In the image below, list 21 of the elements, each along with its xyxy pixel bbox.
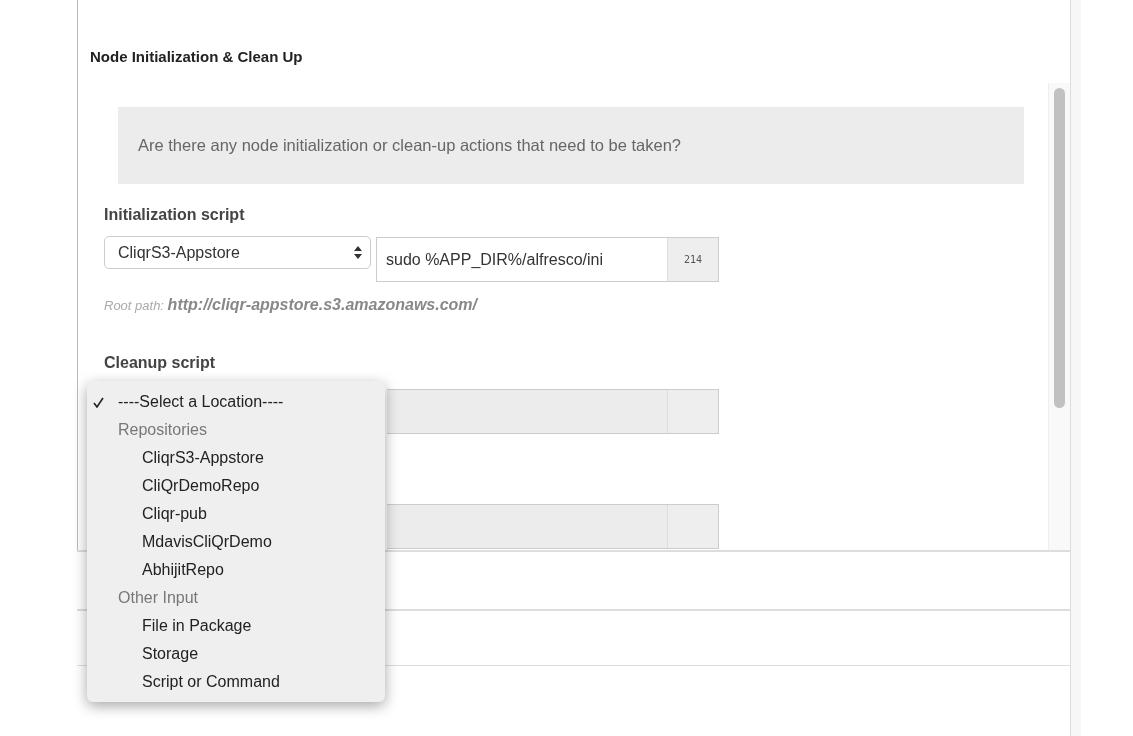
option-group-label: Repositories [118, 421, 207, 439]
up-down-arrows-icon [354, 246, 362, 259]
repository-select[interactable]: CliqrS3-Appstore [104, 236, 371, 269]
field-label: Cleanup script [104, 354, 216, 372]
menu-item[interactable]: CliqrS3-Appstore [142, 449, 264, 467]
scrollbar[interactable] [1048, 83, 1070, 550]
field-label: Initialization script [104, 206, 245, 224]
script-input-field[interactable]: sudo %APP_DIR%/alfresco/ini 214 [376, 237, 719, 282]
menu-item[interactable]: File in Package [142, 617, 252, 635]
question-text: Are there any node initialization or clean-up actions that need to be taken? [138, 136, 682, 155]
menu-item[interactable]: Storage [142, 645, 199, 663]
menu-item[interactable]: Cliqr-pub [142, 505, 207, 523]
menu-item[interactable]: ----Select a Location---- [118, 393, 284, 411]
character-counter: 214 [667, 238, 718, 281]
menu-item[interactable]: AbhijitRepo [142, 561, 224, 579]
menu-item[interactable]: CliQrDemoRepo [142, 477, 260, 495]
root-path-text: Root path: http://cliqr-appstore.s3.amazonaws.com/ [104, 296, 477, 314]
section-title: Node Initialization & Clean Up [90, 48, 303, 65]
menu-item[interactable]: MdavisCliQrDemo [142, 533, 272, 551]
menu-item[interactable]: Script or Command [142, 673, 280, 691]
option-group-label: Other Input [118, 589, 199, 607]
